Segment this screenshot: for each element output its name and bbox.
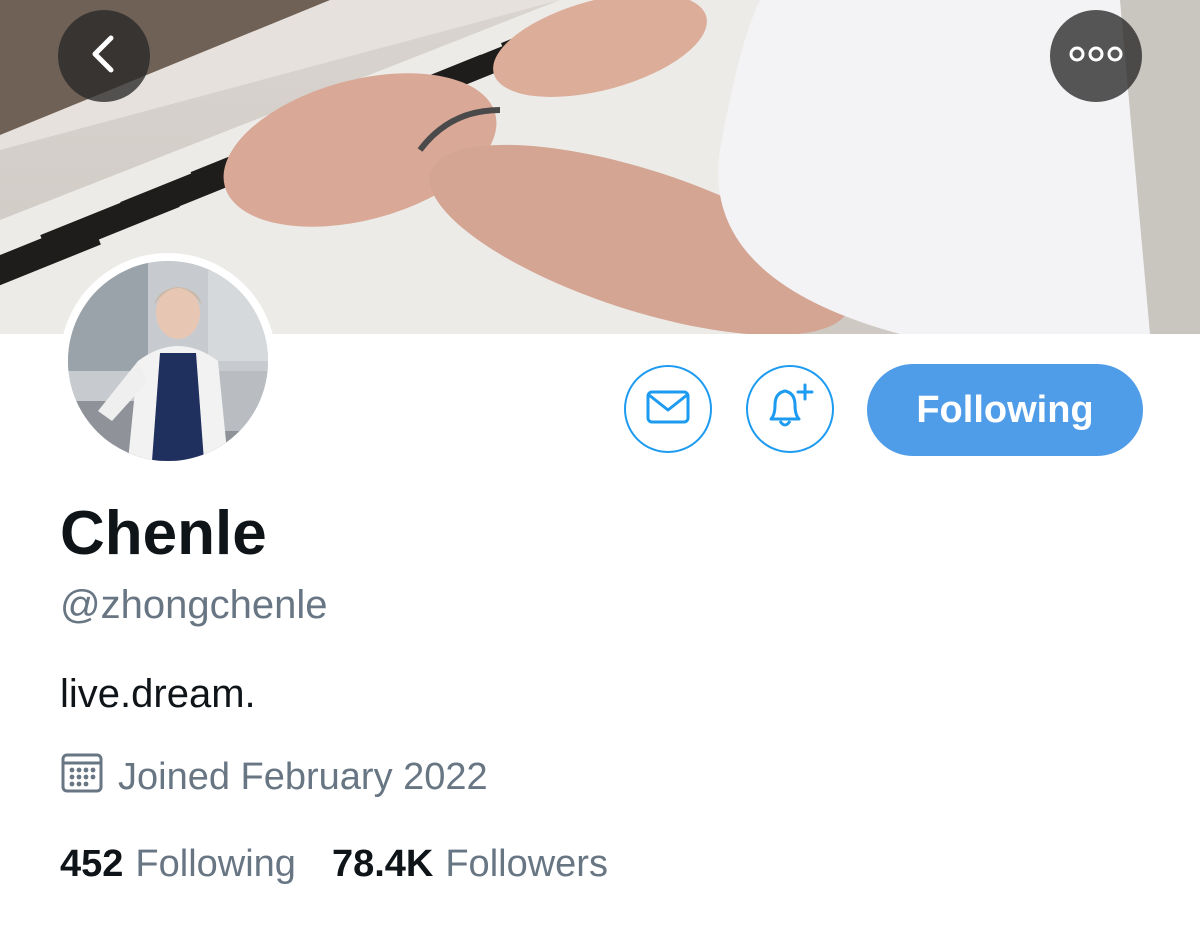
bio-text: live.dream. <box>60 672 256 716</box>
back-button[interactable] <box>58 10 150 102</box>
following-button[interactable]: Following <box>867 364 1143 456</box>
followers-label: Followers <box>445 843 608 885</box>
bell-plus-icon <box>763 381 817 438</box>
following-count: 452 <box>60 843 124 885</box>
more-dots-icon <box>1069 45 1123 68</box>
follow-stats: 452 Following 78.4K Followers <box>60 843 608 886</box>
joined-label: Joined February 2022 <box>118 755 488 798</box>
avatar[interactable] <box>60 253 276 469</box>
followers-count: 78.4K <box>331 843 434 885</box>
following-stat[interactable]: 452 Following <box>60 843 296 886</box>
avatar-image <box>68 261 268 461</box>
username-handle: @zhongchenle <box>60 583 328 627</box>
calendar-icon <box>60 750 118 804</box>
notifications-button[interactable] <box>746 365 834 453</box>
joined-date: Joined February 2022 <box>60 753 488 799</box>
display-name: Chenle <box>60 499 267 568</box>
more-options-button[interactable] <box>1050 10 1142 102</box>
chevron-left-icon <box>87 34 121 79</box>
followers-stat[interactable]: 78.4K Followers <box>332 843 608 886</box>
message-button[interactable] <box>624 365 712 453</box>
mail-icon <box>645 389 691 430</box>
following-label: Following <box>135 843 296 885</box>
